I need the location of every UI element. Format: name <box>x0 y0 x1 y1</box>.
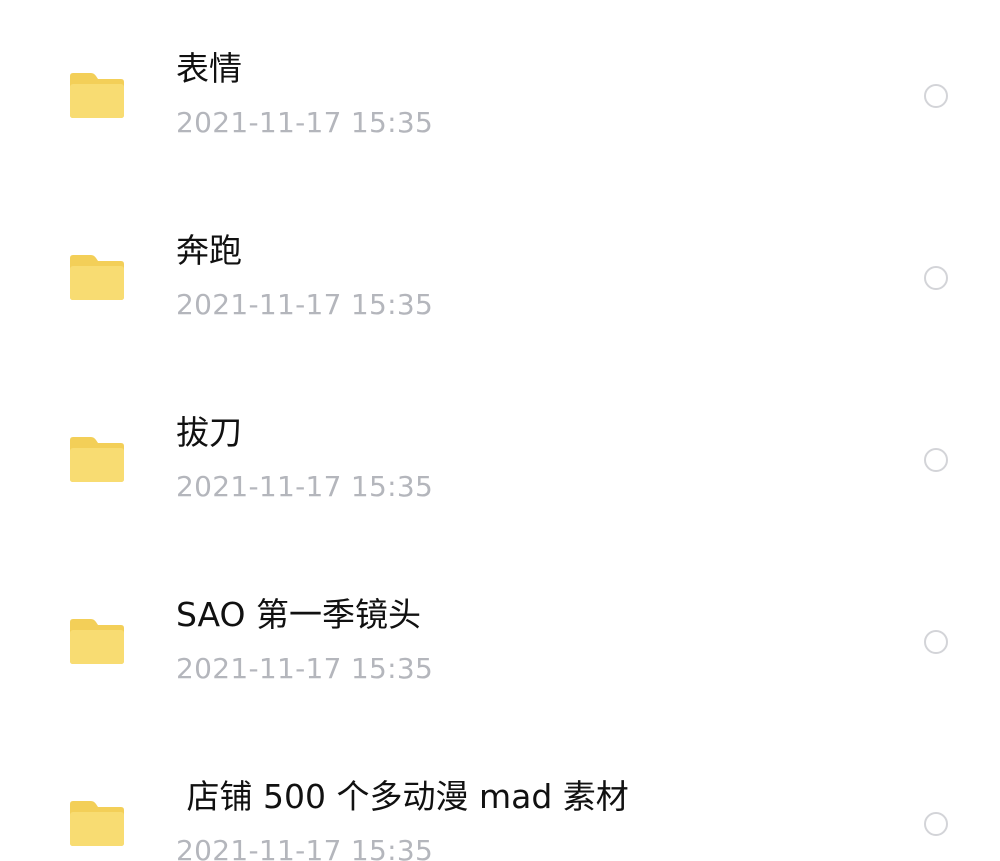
select-radio-button[interactable] <box>924 630 948 654</box>
file-row[interactable]: SAO 第一季镜头 2021-11-17 15:35 <box>0 546 1000 728</box>
folder-icon <box>69 253 125 301</box>
file-row[interactable]: 拔刀 2021-11-17 15:35 <box>0 364 1000 546</box>
folder-name: 奔跑 <box>176 231 242 270</box>
folder-icon <box>69 435 125 483</box>
file-row[interactable]: 表情 2021-11-17 15:35 <box>0 0 1000 182</box>
folder-icon <box>69 71 125 119</box>
select-radio-button[interactable] <box>924 448 948 472</box>
modified-date: 2021-11-17 15:35 <box>176 106 434 139</box>
file-list: 表情 2021-11-17 15:35 奔跑 2021-11-17 15:35 … <box>0 0 1000 861</box>
select-radio-button[interactable] <box>924 266 948 290</box>
file-row[interactable]: 店铺 500 个多动漫 mad 素材 2021-11-17 15:35 <box>0 728 1000 861</box>
modified-date: 2021-11-17 15:35 <box>176 470 434 503</box>
modified-date: 2021-11-17 15:35 <box>176 652 434 685</box>
modified-date: 2021-11-17 15:35 <box>176 288 434 321</box>
folder-icon <box>69 617 125 665</box>
file-row[interactable]: 奔跑 2021-11-17 15:35 <box>0 182 1000 364</box>
folder-name: 店铺 500 个多动漫 mad 素材 <box>176 777 629 816</box>
modified-date: 2021-11-17 15:35 <box>176 834 434 861</box>
folder-name: 表情 <box>176 49 242 88</box>
folder-icon <box>69 799 125 847</box>
folder-name: 拔刀 <box>176 413 242 452</box>
folder-name: SAO 第一季镜头 <box>176 595 422 634</box>
select-radio-button[interactable] <box>924 84 948 108</box>
select-radio-button[interactable] <box>924 812 948 836</box>
